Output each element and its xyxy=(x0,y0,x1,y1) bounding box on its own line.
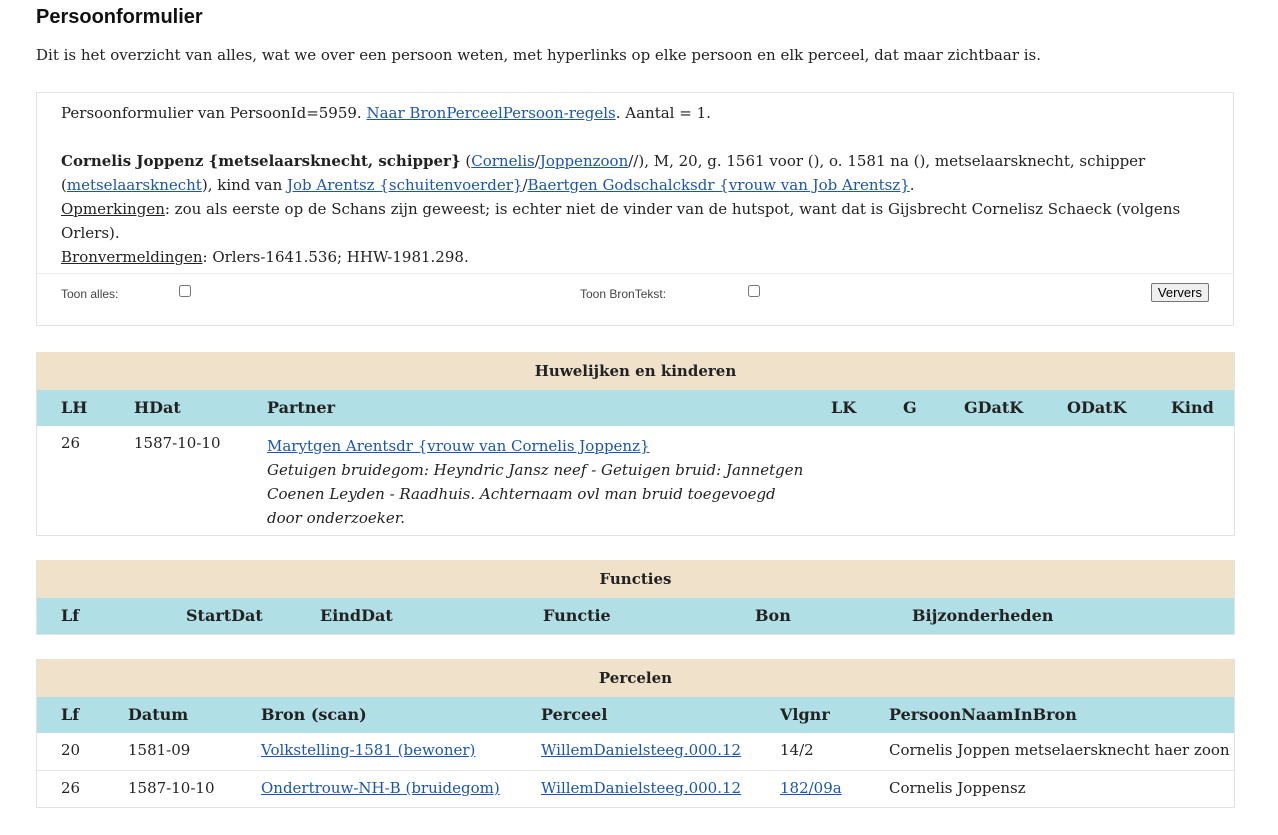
cell-person-name: Cornelis Joppen metselaersknecht haer zo… xyxy=(889,741,1230,759)
bron-perceel-persoon-link[interactable]: Naar BronPerceelPersoon-regels xyxy=(366,104,615,122)
cell-person-name: Cornelis Joppensz xyxy=(889,779,1026,797)
sources-label: Bronvermeldingen xyxy=(61,248,203,266)
cell-partner: Marytgen Arentsdr {vrouw van Cornelis Jo… xyxy=(267,434,807,530)
col-persoonnaaminbron: PersoonNaamInBron xyxy=(889,705,1077,724)
show-all-label: Toon alles: xyxy=(61,287,119,301)
father-link[interactable]: Job Arentsz {schuitenvoerder} xyxy=(287,176,522,194)
col-datum: Datum xyxy=(128,705,189,724)
show-all-checkbox[interactable] xyxy=(179,285,191,297)
person-summary-card: Persoonformulier van PersoonId=5959. Naa… xyxy=(36,92,1234,326)
col-gdatk: GDatK xyxy=(964,398,1024,417)
parcels-header-row: Lf Datum Bron (scan) Perceel Vlgnr Perso… xyxy=(37,697,1234,733)
parcel-link[interactable]: WillemDanielsteeg.000.12 xyxy=(541,741,741,759)
cell-datum: 1587-10-10 xyxy=(128,779,215,797)
col-bon: Bon xyxy=(755,606,791,625)
col-lf: Lf xyxy=(61,606,80,625)
col-functie: Functie xyxy=(543,606,611,625)
vlgnr-link[interactable]: 182/09a xyxy=(780,779,842,797)
page-title: Persoonformulier xyxy=(36,6,203,28)
partner-note-line3: door onderzoeker. xyxy=(267,509,406,527)
parcels-section: Percelen Lf Datum Bron (scan) Perceel Vl… xyxy=(36,659,1235,808)
remarks-label: Opmerkingen xyxy=(61,200,165,218)
patronym-link[interactable]: Joppenzoon xyxy=(540,152,628,170)
source-scan-link[interactable]: Ondertrouw-NH-B (bruidegom) xyxy=(261,779,500,797)
col-bijzonderheden: Bijzonderheden xyxy=(912,606,1054,625)
partner-note-line2: Coenen Leyden - Raadhuis. Achternaam ovl… xyxy=(267,485,776,503)
remarks-text: : zou als eerste op de Schans zijn gewee… xyxy=(164,200,1181,218)
col-lf: Lf xyxy=(61,705,80,724)
parcels-title: Percelen xyxy=(37,659,1234,697)
details-text: ), kind van xyxy=(201,176,287,194)
table-row: 20 1581-09 Volkstelling-1581 (bewoner) W… xyxy=(37,733,1234,770)
partner-link[interactable]: Marytgen Arentsdr {vrouw van Cornelis Jo… xyxy=(267,437,650,455)
page-intro: Dit is het overzicht van alles, wat we o… xyxy=(36,46,1042,64)
col-odatk: ODatK xyxy=(1067,398,1127,417)
marriages-section: Huwelijken en kinderen LH HDat Partner L… xyxy=(36,352,1235,536)
marriages-title: Huwelijken en kinderen xyxy=(37,352,1234,390)
sources-text: : Orlers-1641.536; HHW-1981.298. xyxy=(202,248,469,266)
cell-lh: 26 xyxy=(61,434,81,452)
col-startdat: StartDat xyxy=(186,606,263,625)
col-einddat: EindDat xyxy=(320,606,393,625)
summary-count: . Aantal = 1. xyxy=(615,104,711,122)
show-source-text-label: Toon BronTekst: xyxy=(580,287,667,301)
remarks: Opmerkingen: zou als eerste op de Schans… xyxy=(61,197,1209,245)
col-lh: LH xyxy=(61,398,88,417)
mother-link[interactable]: Baertgen Godschalcksdr {vrouw van Job Ar… xyxy=(528,176,910,194)
parcel-link[interactable]: WillemDanielsteeg.000.12 xyxy=(541,779,741,797)
col-g: G xyxy=(903,398,917,417)
details-text: ( xyxy=(460,152,472,170)
table-row: 26 1587-10-10 Ondertrouw-NH-B (bruidegom… xyxy=(37,770,1234,808)
person-details: Cornelis Joppenz {metselaarsknecht, schi… xyxy=(61,149,1209,197)
cell-datum: 1581-09 xyxy=(128,741,191,759)
functions-header-row: Lf StartDat EindDat Functie Bon Bijzonde… xyxy=(37,598,1234,634)
functions-title: Functies xyxy=(37,560,1234,598)
person-name: Cornelis Joppenz {metselaarsknecht, schi… xyxy=(61,152,461,170)
summary-line: Persoonformulier van PersoonId=5959. Naa… xyxy=(61,101,1209,125)
col-perceel: Perceel xyxy=(541,705,608,724)
col-partner: Partner xyxy=(267,398,336,417)
cell-vlgnr: 14/2 xyxy=(780,741,814,759)
summary-prefix: Persoonformulier van PersoonId=5959. xyxy=(61,104,367,122)
col-kind: Kind xyxy=(1171,398,1214,417)
col-lk: LK xyxy=(831,398,857,417)
table-row: 26 1587-10-10 Marytgen Arentsdr {vrouw v… xyxy=(37,426,1234,534)
cell-lf: 26 xyxy=(61,779,81,797)
col-bron-scan: Bron (scan) xyxy=(261,705,367,724)
details-period: . xyxy=(909,176,915,194)
remarks-text-continued: Orlers). xyxy=(61,224,120,242)
occupation-link[interactable]: metselaarsknecht xyxy=(67,176,202,194)
sources: Bronvermeldingen: Orlers-1641.536; HHW-1… xyxy=(61,245,1209,269)
display-controls: Toon alles: Toon BronTekst: Ververs xyxy=(37,273,1233,327)
marriages-header-row: LH HDat Partner LK G GDatK ODatK Kind xyxy=(37,390,1234,426)
col-hdat: HDat xyxy=(134,398,181,417)
refresh-button[interactable]: Ververs xyxy=(1150,283,1209,302)
functions-section: Functies Lf StartDat EindDat Functie Bon… xyxy=(36,560,1235,635)
source-scan-link[interactable]: Volkstelling-1581 (bewoner) xyxy=(261,741,475,759)
cell-hdat: 1587-10-10 xyxy=(134,434,221,452)
partner-note-line1: Getuigen bruidegom: Heyndric Jansz neef … xyxy=(267,461,804,479)
firstname-link[interactable]: Cornelis xyxy=(471,152,535,170)
show-source-text-checkbox[interactable] xyxy=(748,285,760,297)
col-vlgnr: Vlgnr xyxy=(780,705,830,724)
cell-lf: 20 xyxy=(61,741,81,759)
